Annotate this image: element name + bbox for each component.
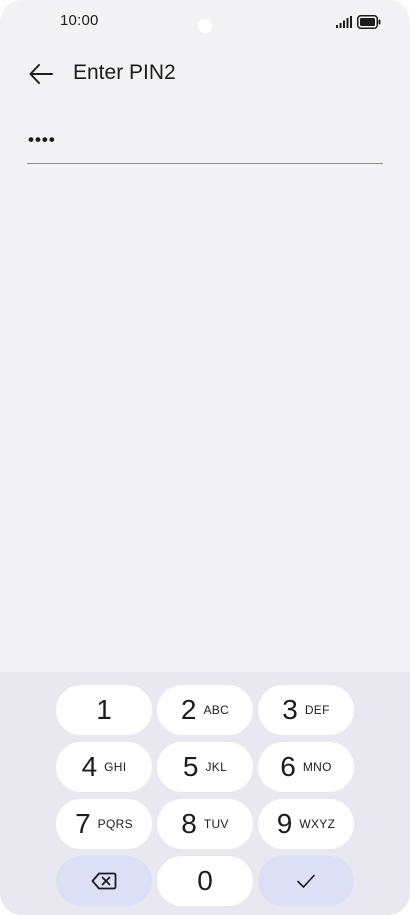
backspace-icon — [91, 872, 117, 890]
key-letters: WXYZ — [299, 817, 336, 831]
key-digit: 9 — [276, 808, 293, 839]
key-digit: 6 — [280, 751, 296, 782]
key-letters: JKL — [205, 760, 228, 774]
key-digit: 1 — [96, 694, 112, 725]
battery-icon — [357, 15, 381, 29]
header: Enter PIN2 — [0, 52, 410, 96]
key-8[interactable]: 8 TUV — [157, 799, 253, 849]
key-digit: 5 — [182, 751, 199, 782]
key-digit: 7 — [75, 808, 91, 839]
phone-screen: 10:00 Enter PIN2 •••• 1 2 ABC 3 DEF 4 GH… — [0, 0, 410, 915]
numeric-keypad: 1 2 ABC 3 DEF 4 GHI 5 JKL 6 MNO 7 PQRS 8… — [0, 672, 410, 915]
key-3[interactable]: 3 DEF — [258, 685, 354, 735]
key-letters: DEF — [304, 703, 330, 717]
confirm-button[interactable] — [258, 856, 354, 906]
key-digit: 4 — [81, 751, 98, 782]
status-time: 10:00 — [60, 12, 99, 29]
key-4[interactable]: 4 GHI — [56, 742, 152, 792]
pin-input[interactable]: •••• — [27, 128, 383, 164]
camera-cutout — [198, 19, 212, 33]
key-7[interactable]: 7 PQRS — [56, 799, 152, 849]
key-letters: GHI — [104, 760, 127, 774]
key-2[interactable]: 2 ABC — [157, 685, 253, 735]
checkmark-icon — [297, 874, 315, 888]
pin-input-value: •••• — [28, 130, 56, 149]
key-letters: PQRS — [97, 817, 133, 831]
signal-icon — [336, 16, 352, 28]
key-letters: ABC — [203, 703, 230, 717]
key-digit: 3 — [282, 694, 298, 725]
key-5[interactable]: 5 JKL — [157, 742, 253, 792]
page-title: Enter PIN2 — [73, 61, 176, 84]
backspace-button[interactable] — [56, 856, 152, 906]
status-bar: 10:00 — [0, 0, 410, 44]
back-button[interactable] — [26, 60, 56, 88]
key-digit: 0 — [197, 865, 213, 896]
key-9[interactable]: 9 WXYZ — [258, 799, 354, 849]
key-digit: 2 — [180, 694, 197, 725]
key-digit: 8 — [181, 808, 197, 839]
key-letters: TUV — [203, 817, 229, 831]
key-0[interactable]: 0 — [157, 856, 253, 906]
arrow-left-icon — [29, 64, 53, 84]
key-letters: MNO — [302, 760, 332, 774]
key-1[interactable]: 1 — [56, 685, 152, 735]
key-6[interactable]: 6 MNO — [258, 742, 354, 792]
